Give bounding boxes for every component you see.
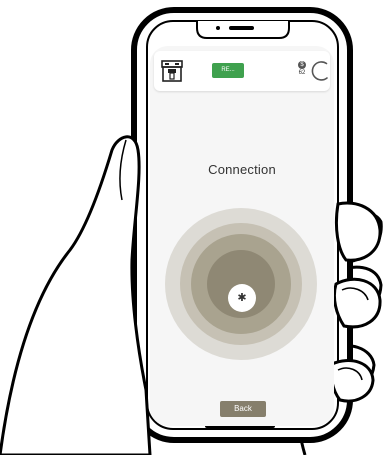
page-title: Connection: [208, 162, 276, 177]
bluetooth-icon: ✱: [237, 292, 247, 304]
coin-balance[interactable]: $ 62: [296, 61, 308, 76]
back-button[interactable]: Back: [220, 401, 266, 417]
loading-spinner-icon: [311, 61, 328, 81]
machine-status-badge[interactable]: RE...: [212, 63, 244, 78]
espresso-machine-icon: [161, 60, 183, 82]
phone-screen: RE... $ 62 Connection ✱ Back: [150, 46, 334, 426]
coin-count: 62: [298, 70, 306, 76]
dollar-coin-icon: $: [298, 61, 306, 69]
top-bar: RE... $ 62: [154, 51, 330, 91]
bluetooth-button[interactable]: ✱: [228, 284, 256, 312]
